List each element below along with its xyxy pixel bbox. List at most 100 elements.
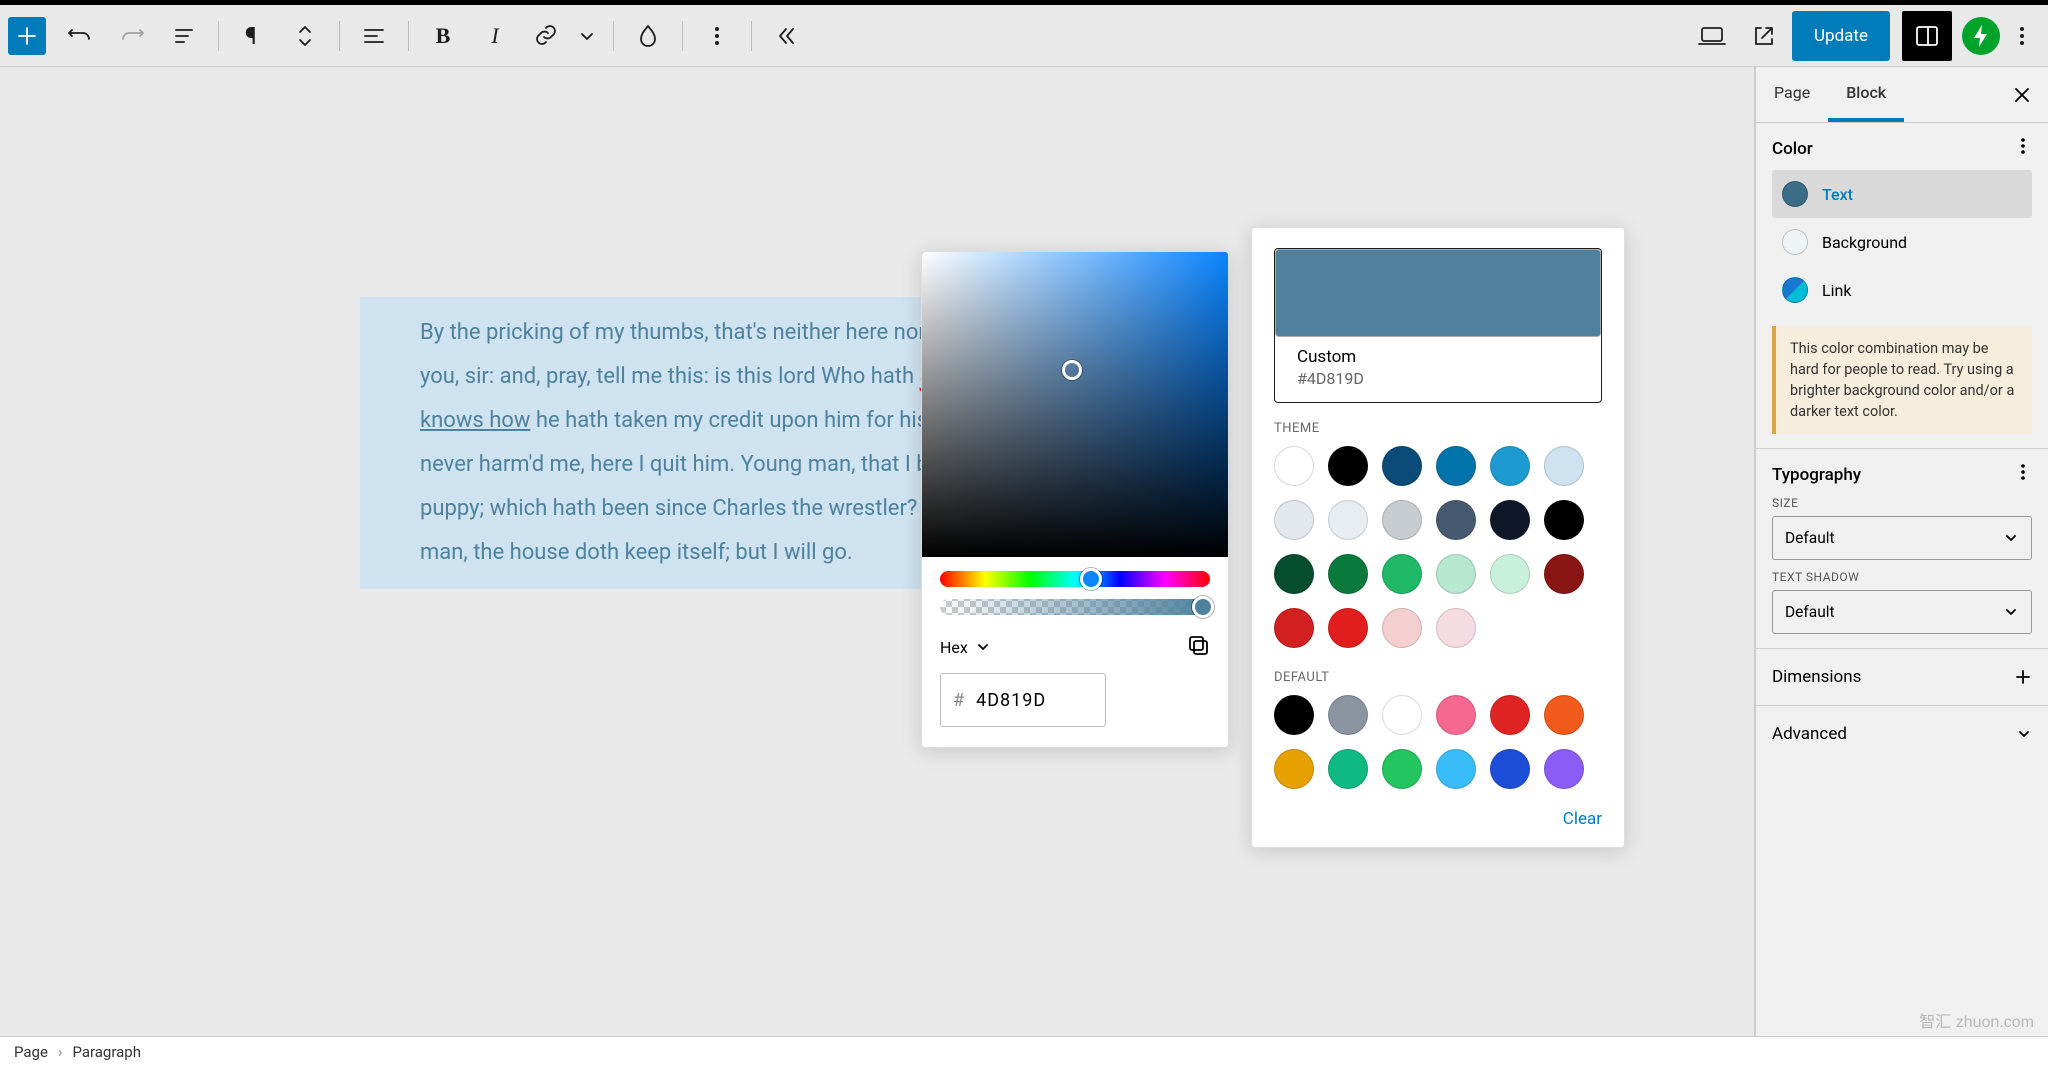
color-swatch[interactable] bbox=[1436, 446, 1476, 486]
redo-icon bbox=[119, 23, 145, 49]
color-swatch[interactable] bbox=[1382, 446, 1422, 486]
update-button[interactable]: Update bbox=[1792, 11, 1890, 61]
theme-swatch-grid bbox=[1274, 446, 1602, 648]
dimensions-section[interactable]: Dimensions bbox=[1756, 649, 2048, 706]
double-chevron-left-icon bbox=[774, 24, 798, 48]
link-more-button[interactable] bbox=[571, 12, 603, 60]
saturation-field[interactable] bbox=[922, 252, 1228, 557]
color-swatch[interactable] bbox=[1436, 554, 1476, 594]
color-swatch[interactable] bbox=[1328, 554, 1368, 594]
sidebar-toggle-button[interactable] bbox=[1902, 11, 1952, 61]
align-button[interactable] bbox=[350, 12, 398, 60]
text-shadow-value: Default bbox=[1785, 603, 1835, 621]
kebab-icon bbox=[2012, 26, 2032, 46]
transform-button[interactable] bbox=[281, 12, 329, 60]
breadcrumb-separator: › bbox=[58, 1043, 63, 1061]
custom-color-preview bbox=[1275, 249, 1601, 337]
default-group-label: DEFAULT bbox=[1274, 670, 1602, 685]
color-swatch[interactable] bbox=[1328, 500, 1368, 540]
custom-color-picker: Hex # bbox=[921, 251, 1229, 748]
undo-button[interactable] bbox=[56, 12, 104, 60]
hue-slider[interactable] bbox=[940, 571, 1210, 587]
color-swatch[interactable] bbox=[1274, 554, 1314, 594]
copy-icon bbox=[1186, 633, 1210, 657]
color-swatch[interactable] bbox=[1490, 446, 1530, 486]
kebab-icon bbox=[706, 25, 728, 47]
color-swatch[interactable] bbox=[1382, 554, 1422, 594]
color-swatch[interactable] bbox=[1436, 695, 1476, 735]
tab-block[interactable]: Block bbox=[1828, 67, 1904, 122]
jetpack-button[interactable] bbox=[1962, 17, 2000, 55]
paragraph-button[interactable]: ¶ bbox=[229, 12, 277, 60]
color-swatch[interactable] bbox=[1382, 608, 1422, 648]
text-color-swatch bbox=[1782, 181, 1808, 207]
top-more-button[interactable] bbox=[2004, 12, 2040, 60]
droplet-icon bbox=[637, 23, 659, 49]
color-swatch[interactable] bbox=[1274, 608, 1314, 648]
color-swatch[interactable] bbox=[1436, 608, 1476, 648]
color-swatch[interactable] bbox=[1490, 554, 1530, 594]
breadcrumb-page[interactable]: Page bbox=[14, 1043, 48, 1061]
hex-field[interactable] bbox=[974, 689, 1093, 712]
color-row-link[interactable]: Link bbox=[1772, 266, 2032, 314]
color-swatch[interactable] bbox=[1436, 749, 1476, 789]
color-swatch[interactable] bbox=[1544, 446, 1584, 486]
document-outline-button[interactable] bbox=[160, 12, 208, 60]
typography-section-more[interactable] bbox=[2014, 463, 2032, 486]
close-sidebar-button[interactable] bbox=[2000, 85, 2044, 105]
color-swatch[interactable] bbox=[1544, 749, 1584, 789]
color-swatch[interactable] bbox=[1490, 695, 1530, 735]
font-size-select[interactable]: Default bbox=[1772, 516, 2032, 560]
hex-input[interactable]: # bbox=[940, 673, 1106, 727]
copy-color-button[interactable] bbox=[1186, 633, 1210, 661]
advanced-heading: Advanced bbox=[1772, 724, 1847, 744]
color-swatch[interactable] bbox=[1328, 608, 1368, 648]
clear-color-button[interactable]: Clear bbox=[1274, 809, 1602, 829]
color-swatch[interactable] bbox=[1490, 500, 1530, 540]
text-shadow-select[interactable]: Default bbox=[1772, 590, 2032, 634]
italic-button[interactable]: I bbox=[471, 12, 519, 60]
alpha-slider[interactable] bbox=[940, 599, 1210, 615]
color-format-select[interactable]: Hex bbox=[940, 638, 990, 657]
collapse-toolbar-button[interactable] bbox=[762, 12, 810, 60]
redo-button[interactable] bbox=[108, 12, 156, 60]
view-mode-button[interactable] bbox=[1688, 12, 1736, 60]
color-swatch[interactable] bbox=[1328, 446, 1368, 486]
color-swatch[interactable] bbox=[1436, 500, 1476, 540]
highlight-button[interactable] bbox=[624, 12, 672, 60]
color-section-more[interactable] bbox=[2014, 137, 2032, 160]
more-options-button[interactable] bbox=[693, 12, 741, 60]
bold-button[interactable]: B bbox=[419, 12, 467, 60]
tab-page[interactable]: Page bbox=[1756, 67, 1828, 122]
preview-external-button[interactable] bbox=[1740, 12, 1788, 60]
color-swatch[interactable] bbox=[1544, 500, 1584, 540]
color-row-background[interactable]: Background bbox=[1772, 218, 2032, 266]
color-swatch[interactable] bbox=[1382, 500, 1422, 540]
color-swatch[interactable] bbox=[1328, 749, 1368, 789]
color-swatch[interactable] bbox=[1382, 695, 1422, 735]
alpha-handle[interactable] bbox=[1192, 596, 1214, 618]
hue-handle[interactable] bbox=[1080, 568, 1102, 590]
color-swatch[interactable] bbox=[1544, 554, 1584, 594]
color-swatch[interactable] bbox=[1544, 695, 1584, 735]
advanced-section[interactable]: Advanced bbox=[1756, 706, 2048, 762]
color-swatch[interactable] bbox=[1382, 749, 1422, 789]
color-swatch[interactable] bbox=[1274, 500, 1314, 540]
color-format-label: Hex bbox=[940, 638, 968, 657]
color-swatch[interactable] bbox=[1274, 749, 1314, 789]
color-row-text[interactable]: Text bbox=[1772, 170, 2032, 218]
chevron-down-icon bbox=[2016, 726, 2032, 742]
plus-icon bbox=[16, 25, 38, 47]
color-swatch[interactable] bbox=[1328, 695, 1368, 735]
add-block-button[interactable] bbox=[8, 17, 46, 55]
text-color-label: Text bbox=[1822, 185, 1853, 204]
typography-heading: Typography bbox=[1772, 465, 1861, 485]
color-swatch[interactable] bbox=[1490, 749, 1530, 789]
link-button[interactable] bbox=[523, 12, 571, 60]
custom-color-card[interactable]: Custom #4D819D bbox=[1274, 248, 1602, 403]
color-swatch[interactable] bbox=[1274, 695, 1314, 735]
breadcrumb-paragraph[interactable]: Paragraph bbox=[72, 1043, 141, 1061]
italic-icon: I bbox=[491, 23, 498, 49]
color-swatch[interactable] bbox=[1274, 446, 1314, 486]
saturation-handle[interactable] bbox=[1062, 360, 1082, 380]
